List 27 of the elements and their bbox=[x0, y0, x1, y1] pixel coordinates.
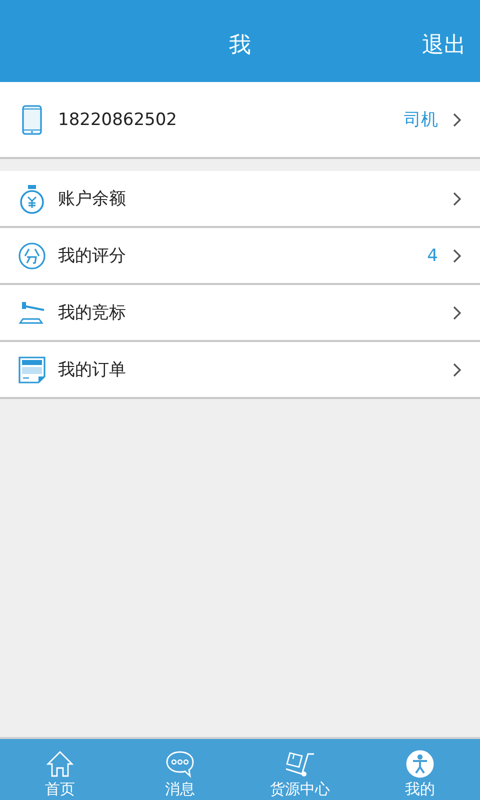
phone-number: 18220862502 bbox=[58, 110, 178, 130]
tab-label: 消息 bbox=[165, 780, 195, 799]
tab-label: 货源中心 bbox=[270, 780, 330, 799]
menu-value: 4 bbox=[427, 246, 438, 266]
gavel-icon bbox=[18, 300, 46, 324]
chevron-icon bbox=[452, 248, 462, 264]
chevron-icon bbox=[452, 362, 462, 378]
menu-label: 我的评分 bbox=[58, 245, 127, 267]
page-title: 我 bbox=[229, 32, 251, 60]
menu-label: 我的订单 bbox=[58, 359, 127, 381]
menu-item[interactable]: 我的竞标 bbox=[0, 285, 480, 342]
profile-row[interactable]: 18220862502 司机 bbox=[0, 82, 480, 159]
tab-label: 首页 bbox=[45, 780, 75, 799]
tab-label: 我的 bbox=[405, 780, 435, 799]
role-label: 司机 bbox=[404, 109, 438, 131]
chevron-icon bbox=[452, 190, 462, 206]
menu-label: 账户余额 bbox=[58, 188, 127, 210]
chevron-icon bbox=[452, 112, 462, 128]
menu-item[interactable]: 我的订单 bbox=[0, 342, 480, 399]
menu-item[interactable]: 账户余额 bbox=[0, 171, 480, 228]
menu-label: 我的竞标 bbox=[58, 302, 127, 324]
menu-item[interactable]: 我的评分 4 bbox=[0, 228, 480, 285]
money-bag-icon bbox=[19, 184, 45, 214]
document-icon bbox=[18, 356, 46, 384]
phone-icon bbox=[22, 104, 42, 134]
chevron-icon bbox=[452, 304, 462, 320]
score-icon bbox=[18, 242, 46, 270]
